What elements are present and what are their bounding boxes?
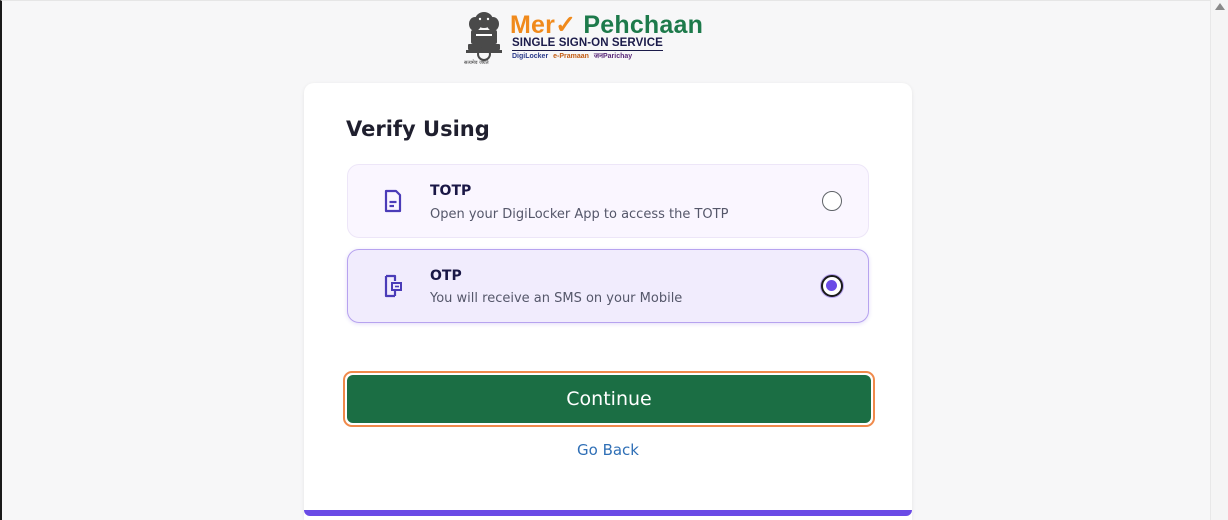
logo-title-mark: ✓ <box>555 11 577 39</box>
national-emblem-icon <box>466 12 502 61</box>
continue-button[interactable]: Continue <box>347 375 871 423</box>
logo-title-part2: Pehchaan <box>576 11 704 39</box>
partner-digilocker: DigiLocker <box>512 53 549 60</box>
radio-totp[interactable] <box>822 191 842 211</box>
option-otp-label: OTP <box>430 268 462 284</box>
document-icon <box>384 189 402 213</box>
emblem-caption: सत्यमेव जयते <box>464 60 489 66</box>
logo-title-part1: Mer <box>510 11 556 39</box>
option-otp-description: You will receive an SMS on your Mobile <box>430 291 683 306</box>
option-totp[interactable]: TOTP Open your DigiLocker App to access … <box>347 164 869 238</box>
logo-title: Mer✓ Pehchaan <box>510 12 703 38</box>
option-otp[interactable]: OTP You will receive an SMS on your Mobi… <box>347 249 869 323</box>
logo-subtitle: SINGLE SIGN-ON SERVICE <box>512 37 663 51</box>
card-title: Verify Using <box>346 117 490 141</box>
partner-logos: DigiLocker e-Pramaan जनParichay <box>512 52 632 61</box>
vertical-scrollbar[interactable] <box>1210 0 1228 520</box>
option-totp-description: Open your DigiLocker App to access the T… <box>430 207 729 222</box>
continue-button-focus-ring: Continue <box>343 371 875 427</box>
meri-pehchaan-logo: सत्यमेव जयते Mer✓ Pehchaan SINGLE SIGN-O… <box>460 10 760 66</box>
verify-card: Verify Using TOTP Open your DigiLocker A… <box>304 83 912 520</box>
partner-epramaan: e-Pramaan <box>553 53 589 60</box>
go-back-link[interactable]: Go Back <box>304 441 912 459</box>
option-totp-label: TOTP <box>430 183 472 199</box>
card-bottom-accent <box>304 510 912 516</box>
sms-device-icon <box>384 274 402 298</box>
radio-otp[interactable] <box>821 275 843 297</box>
scroll-up-arrow-icon[interactable] <box>1215 3 1225 10</box>
partner-janparichay: जनParichay <box>593 53 633 60</box>
